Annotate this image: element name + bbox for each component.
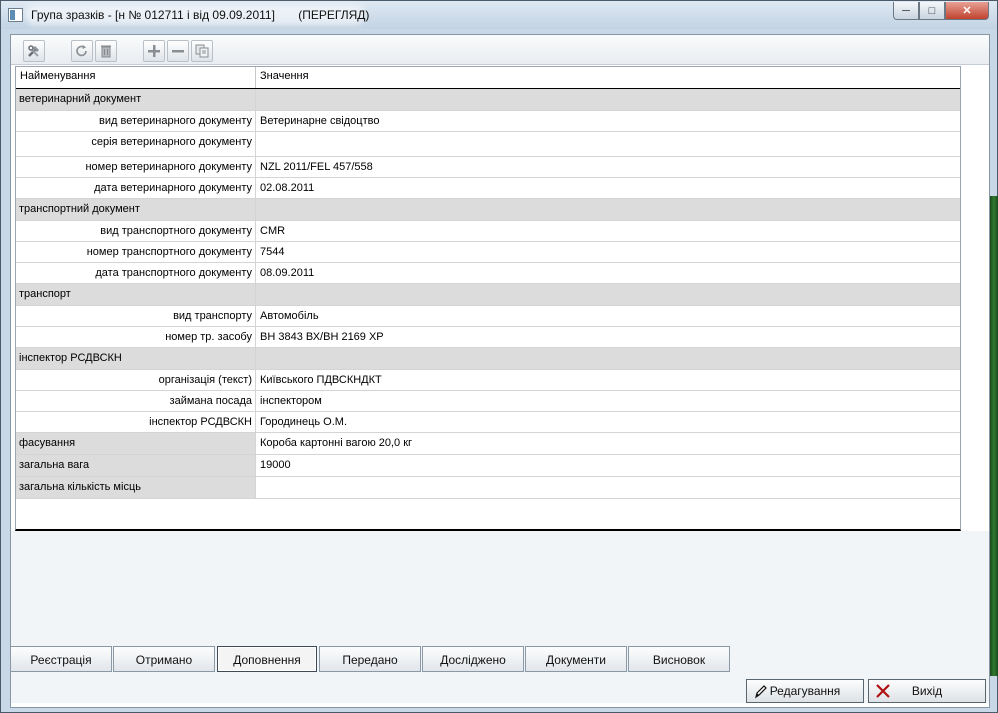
table-row[interactable]: номер ветеринарного документу NZL 2011/FE… (16, 157, 960, 178)
row-name-cell: загальна кількість місць (16, 477, 256, 498)
close-button[interactable]: ✕ (945, 2, 989, 20)
table-row[interactable]: організація (текст) Київського ПДВСКНДКТ (16, 370, 960, 391)
row-name-cell: інспектор РСДВСКН (16, 348, 256, 369)
tools-icon (28, 45, 39, 57)
table-row[interactable]: номер транспортного документу 7544 (16, 242, 960, 263)
row-value-cell[interactable]: Автомобіль (256, 306, 960, 326)
row-name-cell: організація (текст) (16, 370, 256, 390)
group-row[interactable]: транспорт (16, 284, 960, 306)
add-button[interactable] (143, 40, 165, 62)
minimize-button[interactable]: ─ (893, 2, 919, 20)
tab-received[interactable]: Отримано (113, 646, 215, 672)
copy-icon (195, 44, 209, 58)
window-edge-strip (990, 196, 998, 676)
row-name-cell: вид транспорту (16, 306, 256, 326)
row-name-cell: номер транспортного документу (16, 242, 256, 262)
refresh-icon (76, 45, 87, 57)
row-name-cell: номер тр. засобу (16, 327, 256, 347)
row-value-cell[interactable]: 02.08.2011 (256, 178, 960, 198)
row-value-cell[interactable]: Ветеринарне свідоцтво (256, 111, 960, 131)
main-window: Група зразків - [н № 012711 і від 09.09.… (0, 0, 998, 713)
empty-area (11, 531, 989, 703)
tools-button[interactable] (23, 40, 45, 62)
window-icon[interactable] (8, 8, 23, 22)
grid-header: Найменування Значення (16, 67, 960, 89)
row-value-cell[interactable] (256, 284, 960, 305)
row-name-cell: дата ветеринарного документу (16, 178, 256, 198)
exit-label: Вихід (911, 684, 943, 698)
row-name-cell: серія ветеринарного документу (16, 132, 256, 156)
row-name-cell: ветеринарний документ (16, 89, 256, 110)
copy-button[interactable] (191, 40, 213, 62)
row-value-cell[interactable]: 08.09.2011 (256, 263, 960, 283)
row-value-cell[interactable]: ВН 3843 ВХ/ВН 2169 ХР (256, 327, 960, 347)
table-row[interactable]: вид транспортного документу CMR (16, 221, 960, 242)
row-name-cell: загальна вага (16, 455, 256, 476)
tab-supplement[interactable]: Доповнення (217, 646, 317, 672)
table-row[interactable]: вид ветеринарного документу Ветеринарне с… (16, 111, 960, 132)
row-name-cell: номер ветеринарного документу (16, 157, 256, 177)
row-value-cell[interactable]: 7544 (256, 242, 960, 262)
table-row[interactable]: фасування Короба картонні вагою 20,0 кг (16, 433, 960, 455)
tab-conclusion[interactable]: Висновок (628, 646, 730, 672)
table-row[interactable]: дата транспортного документу 08.09.2011 (16, 263, 960, 284)
exit-button[interactable]: Вихід (868, 679, 986, 703)
group-row[interactable]: інспектор РСДВСКН (16, 348, 960, 370)
minus-icon (172, 50, 184, 53)
table-row[interactable]: інспектор РСДВСКН Городинець О.М. (16, 412, 960, 433)
row-name-cell: фасування (16, 433, 256, 454)
toolbar (11, 35, 989, 65)
group-row[interactable]: транспортний документ (16, 199, 960, 221)
row-name-cell: транспортний документ (16, 199, 256, 220)
tab-documents[interactable]: Документи (525, 646, 627, 672)
table-row[interactable]: дата ветеринарного документу 02.08.2011 (16, 178, 960, 199)
remove-button[interactable] (167, 40, 189, 62)
properties-grid[interactable]: Найменування Значення ветеринарний докум… (15, 66, 961, 531)
table-row[interactable]: займана посада інспектором (16, 391, 960, 412)
table-row[interactable]: загальна кількість місць (16, 477, 960, 499)
row-name-cell: вид ветеринарного документу (16, 111, 256, 131)
row-value-cell[interactable] (256, 477, 960, 498)
table-row[interactable]: вид транспорту Автомобіль (16, 306, 960, 327)
maximize-button[interactable]: □ (919, 2, 945, 20)
tab-transferred[interactable]: Передано (319, 646, 421, 672)
row-value-cell[interactable]: 19000 (256, 455, 960, 476)
row-name-cell: транспорт (16, 284, 256, 305)
row-value-cell[interactable]: Київського ПДВСКНДКТ (256, 370, 960, 390)
row-name-cell: займана посада (16, 391, 256, 411)
close-icon: ✕ (962, 5, 972, 17)
trash-icon (101, 45, 111, 58)
row-name-cell: вид транспортного документу (16, 221, 256, 241)
title-bar[interactable]: Група зразків - [н № 012711 і від 09.09.… (1, 1, 997, 29)
row-value-cell[interactable]: інспектором (256, 391, 960, 411)
edit-button[interactable]: Редагування (746, 679, 864, 703)
grid-body: ветеринарний документ вид ветеринарного д… (16, 89, 960, 499)
maximize-icon: □ (928, 4, 936, 17)
client-area: Найменування Значення ветеринарний докум… (10, 34, 990, 708)
row-value-cell[interactable]: Городинець О.М. (256, 412, 960, 432)
delete-button[interactable] (95, 40, 117, 62)
window-title: Група зразків - [н № 012711 і від 09.09.… (31, 8, 370, 22)
row-value-cell[interactable]: NZL 2011/FEL 457/558 (256, 157, 960, 177)
minimize-icon: ─ (902, 4, 910, 17)
group-row[interactable]: ветеринарний документ (16, 89, 960, 111)
table-row[interactable]: номер тр. засобу ВН 3843 ВХ/ВН 2169 ХР (16, 327, 960, 348)
row-name-cell: інспектор РСДВСКН (16, 412, 256, 432)
table-row[interactable]: загальна вага 19000 (16, 455, 960, 477)
row-value-cell[interactable]: Короба картонні вагою 20,0 кг (256, 433, 960, 454)
header-name[interactable]: Найменування (16, 67, 256, 88)
row-value-cell[interactable] (256, 348, 960, 369)
row-value-cell[interactable] (256, 89, 960, 110)
refresh-button[interactable] (71, 40, 93, 62)
tab-registration[interactable]: Реєстрація (10, 646, 112, 672)
row-name-cell: дата транспортного документу (16, 263, 256, 283)
header-value[interactable]: Значення (256, 67, 313, 88)
edit-label: Редагування (769, 684, 841, 698)
row-value-cell[interactable]: CMR (256, 221, 960, 241)
row-value-cell[interactable] (256, 199, 960, 220)
table-row[interactable]: серія ветеринарного документу (16, 132, 960, 157)
row-value-cell[interactable] (256, 132, 960, 156)
plus-icon (148, 45, 160, 57)
tab-examined[interactable]: Досліджено (422, 646, 524, 672)
